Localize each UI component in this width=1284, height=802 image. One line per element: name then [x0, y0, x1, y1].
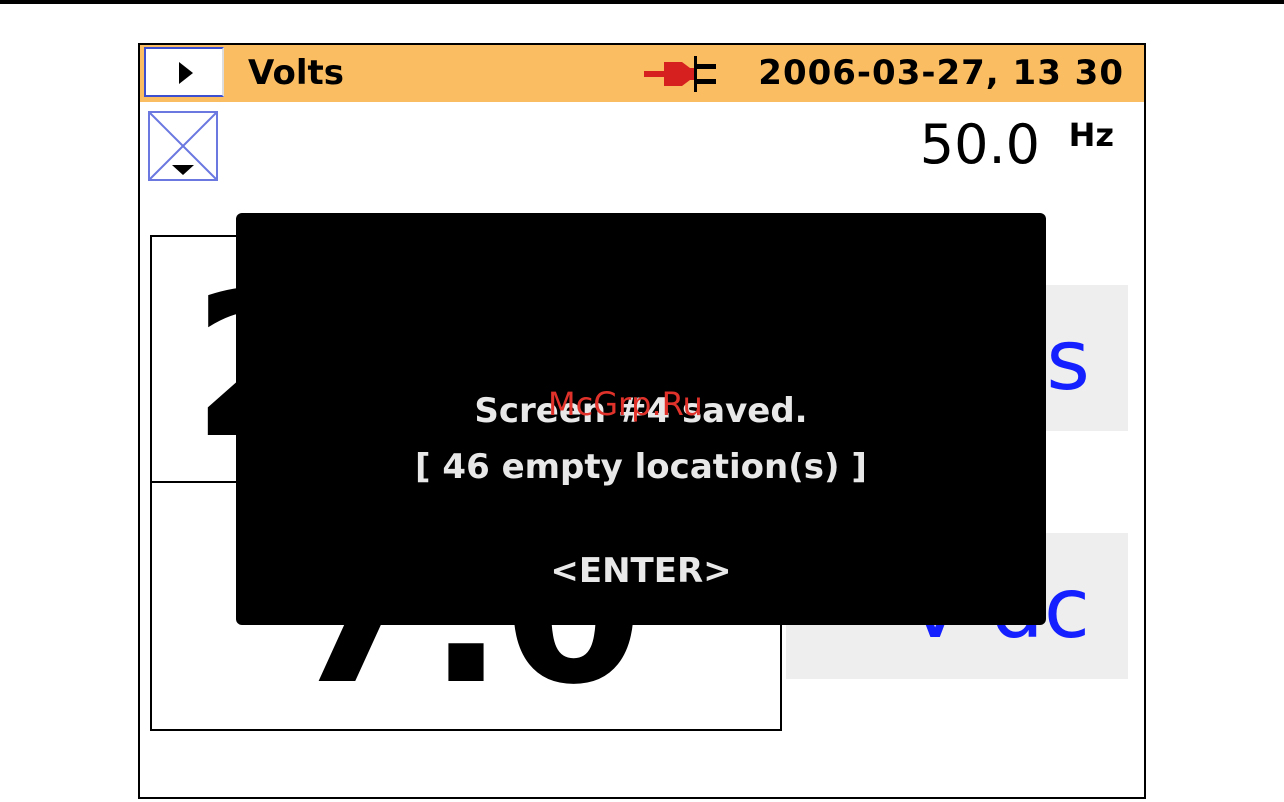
- datetime-display: 2006-03-27, 13 30: [758, 53, 1124, 93]
- top-rule: [0, 0, 1284, 4]
- title-bar: Volts 2006-03-27, 13 30: [140, 45, 1144, 102]
- play-icon: [179, 62, 193, 84]
- dialog-enter-prompt[interactable]: <ENTER>: [236, 549, 1046, 593]
- plug-icon: [644, 56, 716, 92]
- frequency-value: 50.0: [919, 113, 1040, 176]
- menu-button[interactable]: [144, 47, 224, 97]
- frequency-unit: Hz: [1068, 116, 1114, 154]
- dialog-empty-locations: [ 46 empty location(s) ]: [415, 447, 867, 487]
- watermark-text: McGrp.Ru: [548, 385, 703, 423]
- primary-unit-label: s: [1046, 311, 1090, 409]
- mode-title: Volts: [248, 53, 344, 93]
- scope-icon[interactable]: [148, 111, 218, 181]
